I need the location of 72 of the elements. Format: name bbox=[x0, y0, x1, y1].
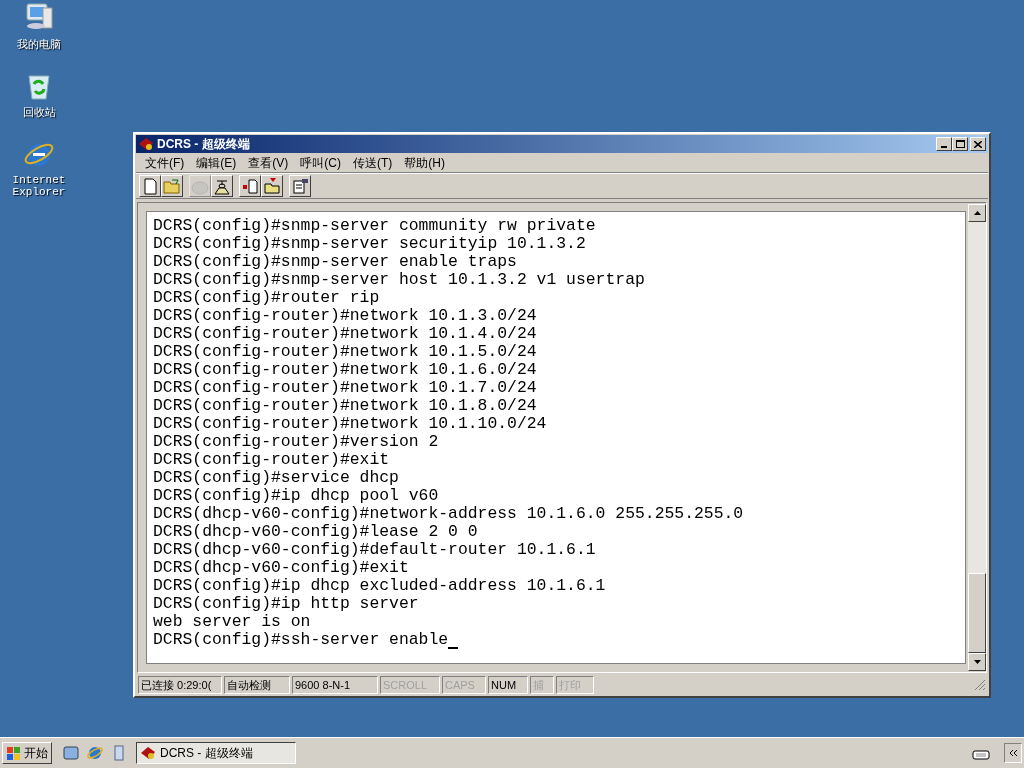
terminal-screen[interactable] bbox=[146, 211, 966, 664]
properties-icon bbox=[291, 177, 309, 195]
icon-label[interactable]: 我的电脑 bbox=[4, 38, 74, 50]
down-arrow-icon bbox=[973, 660, 981, 664]
icon-label[interactable]: Internet Explorer bbox=[4, 174, 74, 198]
terminal-line: DCRS(dhcp-v60-config)#network-address 10.1.6.0 255.255.255.0 bbox=[153, 505, 745, 523]
status-field: NUM bbox=[488, 676, 528, 694]
start-button[interactable]: 开始 bbox=[2, 742, 52, 764]
menu-item[interactable]: 文件(F) bbox=[140, 153, 190, 172]
terminal-line: DCRS(config-router)#network 10.1.4.0/24 bbox=[153, 325, 538, 343]
status-field: 9600 8-N-1 bbox=[292, 676, 378, 694]
terminal-line: DCRS(config-router)#network 10.1.6.0/24 bbox=[153, 361, 538, 379]
scroll-up-button[interactable] bbox=[968, 204, 986, 222]
terminal-line: DCRS(config-router)#version 2 bbox=[153, 433, 440, 451]
double-chevron-icon bbox=[1009, 750, 1017, 756]
terminal-line: DCRS(dhcp-v60-config)#lease 2 0 0 bbox=[153, 523, 479, 541]
menu-item[interactable]: 呼叫(C) bbox=[295, 153, 346, 172]
terminal-line: DCRS(config-router)#exit bbox=[153, 451, 391, 469]
terminal-line: DCRS(config)#ssh-server enable bbox=[153, 631, 449, 649]
minimize-button[interactable] bbox=[936, 137, 952, 151]
folder-receive-button[interactable] bbox=[261, 175, 283, 197]
icon-label[interactable]: 回收站 bbox=[4, 106, 74, 118]
terminal-line: DCRS(config)#snmp-server securityip 10.1.3.2 bbox=[153, 235, 587, 253]
show-desktop-icon[interactable] bbox=[62, 744, 80, 762]
folder-button[interactable] bbox=[161, 175, 183, 197]
terminal-line: web server is on bbox=[153, 613, 312, 631]
status-field: 自动检测 bbox=[224, 676, 290, 694]
scroll-thumb[interactable] bbox=[968, 573, 986, 653]
maximize-icon bbox=[955, 140, 965, 148]
document-send-icon bbox=[241, 177, 259, 195]
text-cursor bbox=[448, 647, 459, 649]
menu-item[interactable]: 帮助(H) bbox=[399, 153, 450, 172]
tray-expand-button[interactable] bbox=[1004, 743, 1022, 763]
new-document-icon bbox=[141, 177, 159, 195]
terminal-line: DCRS(config)#snmp-server host 10.1.3.2 v1 usertrap bbox=[153, 271, 646, 289]
terminal-line: DCRS(config)#snmp-server community rw private bbox=[153, 217, 597, 235]
resize-grip-icon bbox=[974, 679, 986, 691]
terminal-line: DCRS(config-router)#network 10.1.8.0/24 bbox=[153, 397, 538, 415]
terminal-line: DCRS(config-router)#network 10.1.5.0/24 bbox=[153, 343, 538, 361]
new-document-button[interactable] bbox=[139, 175, 161, 197]
terminal-line: DCRS(config-router)#network 10.1.3.0/24 bbox=[153, 307, 538, 325]
terminal-app-icon bbox=[138, 137, 154, 151]
close-icon bbox=[974, 140, 982, 148]
terminal-line: DCRS(config)#service dhcp bbox=[153, 469, 400, 487]
taskbar-button[interactable]: DCRS - 超级终端 bbox=[136, 742, 296, 764]
minimize-icon bbox=[941, 146, 947, 148]
properties-button[interactable] bbox=[289, 175, 311, 197]
terminal-app-icon bbox=[140, 746, 156, 760]
terminal-line: DCRS(config)#snmp-server enable traps bbox=[153, 253, 518, 271]
maximize-button[interactable] bbox=[952, 137, 968, 151]
terminal-line: DCRS(config-router)#network 10.1.7.0/24 bbox=[153, 379, 538, 397]
scroll-down-button[interactable] bbox=[968, 653, 986, 671]
terminal-line: DCRS(config)#ip http server bbox=[153, 595, 420, 613]
windows-flag-icon bbox=[6, 745, 22, 761]
menu-item[interactable]: 查看(V) bbox=[243, 153, 294, 172]
browser-icon[interactable] bbox=[86, 744, 104, 762]
terminal-line: DCRS(config)#ip dhcp pool v60 bbox=[153, 487, 440, 505]
document-send-button[interactable] bbox=[239, 175, 261, 197]
vertical-scrollbar[interactable] bbox=[968, 204, 986, 671]
menu-item[interactable]: 编辑(E) bbox=[191, 153, 242, 172]
terminal-line: DCRS(config-router)#network 10.1.10.0/24 bbox=[153, 415, 548, 433]
menu-item[interactable]: 传送(T) bbox=[348, 153, 398, 172]
folder-icon bbox=[163, 177, 181, 195]
up-arrow-icon bbox=[973, 211, 981, 215]
terminal-line: DCRS(dhcp-v60-config)#exit bbox=[153, 559, 410, 577]
terminal-line: DCRS(config)#ip dhcp excluded-address 10.1.6.1 bbox=[153, 577, 607, 595]
terminal-line: DCRS(dhcp-v60-config)#default-router 10.1.6.1 bbox=[153, 541, 597, 559]
terminal-line: DCRS(config)#router rip bbox=[153, 289, 381, 307]
window-title: DCRS - 超级终端 bbox=[157, 136, 250, 153]
status-field: 已连接 0:29:0( bbox=[138, 676, 222, 694]
close-button[interactable] bbox=[970, 137, 986, 151]
folder-receive-icon bbox=[263, 177, 281, 195]
